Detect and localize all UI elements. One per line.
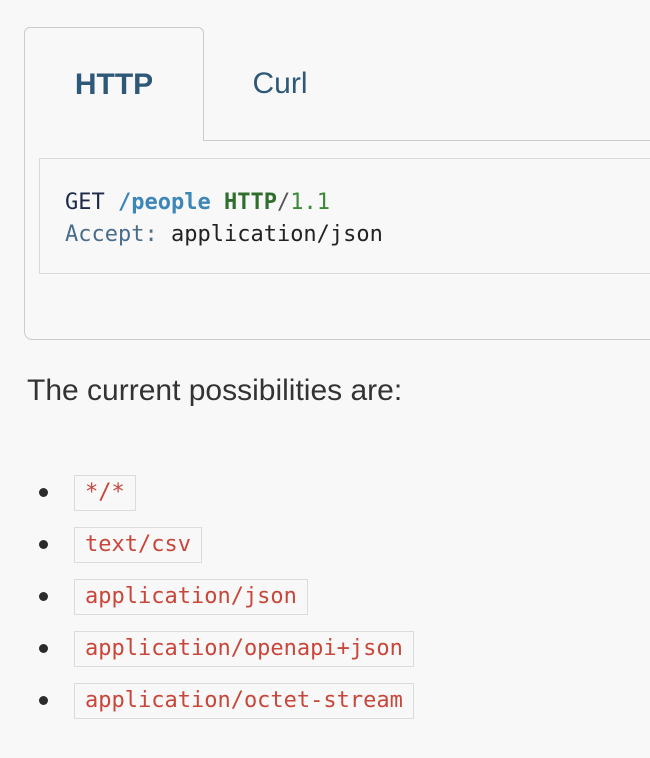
code-header-name: Accept — [65, 222, 145, 247]
http-request-code-block: GET /people HTTP/1.1 Accept: application… — [39, 158, 650, 274]
possibilities-intro-text: The current possibilities are: — [27, 374, 403, 407]
tab-http-label: HTTP — [74, 68, 154, 101]
bullet-icon — [39, 644, 48, 653]
tab-divider — [204, 140, 650, 141]
code-header-value: application/json — [170, 222, 383, 247]
bullet-icon — [39, 592, 48, 601]
tab-panel: GET /people HTTP/1.1 Accept: application… — [24, 140, 650, 340]
media-type-code: application/octet-stream — [74, 683, 414, 719]
media-type-code: application/json — [74, 579, 308, 615]
bullet-icon — [39, 540, 48, 549]
tab-curl-label: Curl — [252, 67, 308, 100]
code-path: /people — [118, 190, 211, 215]
code-protocol-slash: / — [276, 190, 291, 215]
request-example-tabs: HTTP Curl — [24, 27, 650, 141]
code-header-separator: : — [144, 222, 158, 247]
bullet-icon — [39, 488, 48, 497]
bullet-icon — [39, 696, 48, 705]
media-type-code: text/csv — [74, 527, 202, 563]
media-type-code: application/openapi+json — [74, 631, 414, 667]
tab-http[interactable]: HTTP — [24, 27, 204, 141]
code-method: GET — [65, 190, 105, 215]
code-version: 1.1 — [290, 190, 330, 215]
tab-curl[interactable]: Curl — [205, 27, 355, 140]
media-type-code: */* — [74, 475, 136, 511]
code-protocol: HTTP — [223, 190, 277, 215]
